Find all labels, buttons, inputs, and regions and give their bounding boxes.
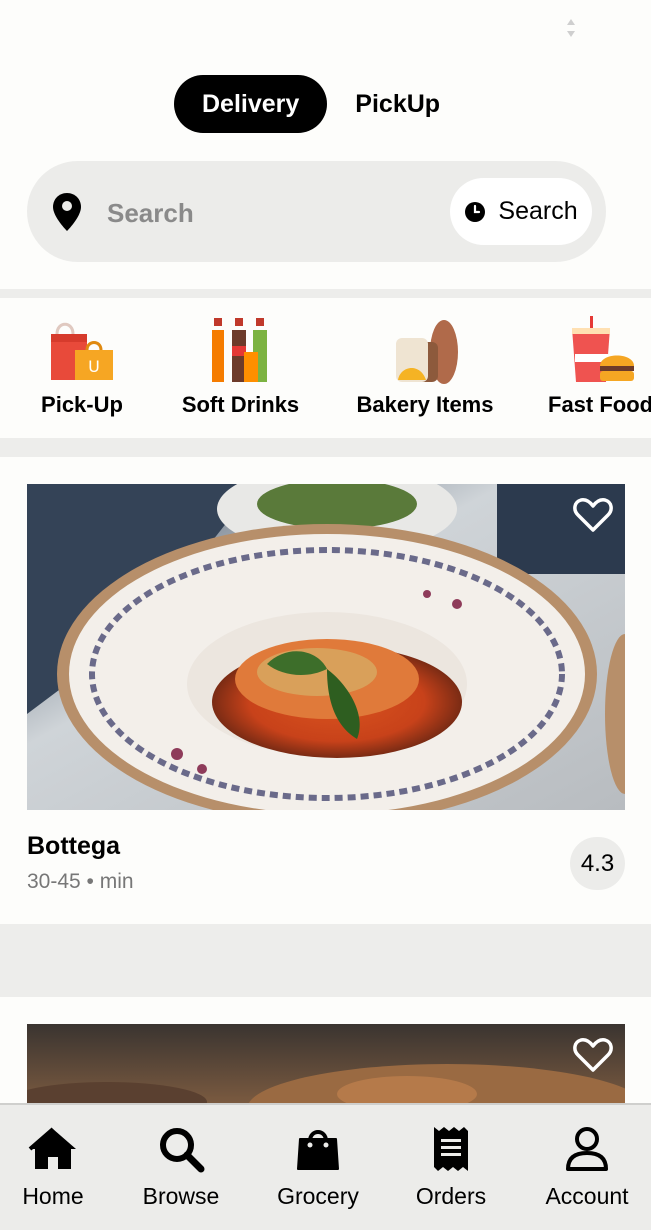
shopping-bag-icon [297,1130,339,1170]
delivery-time: 30-45 • min [27,870,134,893]
category-bakery-items[interactable]: Bakery Items [350,298,500,438]
category-label: Pick-Up [41,392,123,417]
location-pin-icon[interactable] [52,192,82,232]
nav-account[interactable]: Account [532,1105,642,1230]
food-photo [27,1024,625,1103]
restaurant-photo[interactable] [27,484,625,810]
search-button-label: Search [498,197,578,225]
section-divider [0,438,651,457]
category-soft-drinks[interactable]: Soft Drinks [178,298,303,438]
shopping-bags-icon: U [51,322,113,380]
nav-grocery[interactable]: Grocery [268,1105,368,1230]
search-button[interactable]: Search [450,178,592,245]
search-icon [160,1128,205,1173]
restaurant-photo[interactable] [27,1024,625,1103]
nav-label: Home [22,1183,84,1209]
burger-drink-icon [572,316,634,382]
user-icon [566,1127,608,1171]
nav-label: Orders [415,1183,487,1209]
search-input[interactable] [107,193,427,233]
heart-outline-icon[interactable] [573,1036,613,1074]
category-fast-food[interactable]: Fast Food [548,298,651,438]
home-icon [28,1127,76,1169]
clock-icon [465,201,486,222]
nav-label: Grocery [277,1183,359,1209]
delivery-mode-toggle: Delivery PickUp [174,75,444,133]
bottom-navigation: Home Browse Grocery Orders Account [0,1103,651,1230]
food-photo [27,484,625,810]
rating-badge: 4.3 [570,837,625,890]
scroll-indicator-icon [567,19,575,37]
category-label: Bakery Items [356,392,494,417]
delivery-tab[interactable]: Delivery [174,75,328,133]
section-divider [0,924,651,997]
category-strip: U Pick-Up Soft Drinks Bakery Items Fast … [0,298,651,438]
rating-value: 4.3 [580,849,615,877]
section-divider [0,289,651,298]
search-bar: Search [27,161,606,262]
pickup-tab[interactable]: PickUp [327,75,444,133]
receipt-icon [434,1127,468,1171]
nav-label: Account [545,1183,629,1209]
nav-orders[interactable]: Orders [406,1105,496,1230]
nav-home[interactable]: Home [8,1105,98,1230]
soda-bottles-icon [211,318,267,382]
restaurant-name[interactable]: Bottega [27,832,120,861]
category-label: Soft Drinks [181,392,300,417]
bread-icon [396,320,458,384]
nav-label: Browse [142,1183,220,1209]
svg-text:U: U [88,357,100,376]
category-pick-up[interactable]: U Pick-Up [27,298,137,438]
heart-outline-icon[interactable] [573,496,613,534]
nav-browse[interactable]: Browse [132,1105,230,1230]
category-label: Fast Food [548,392,651,417]
